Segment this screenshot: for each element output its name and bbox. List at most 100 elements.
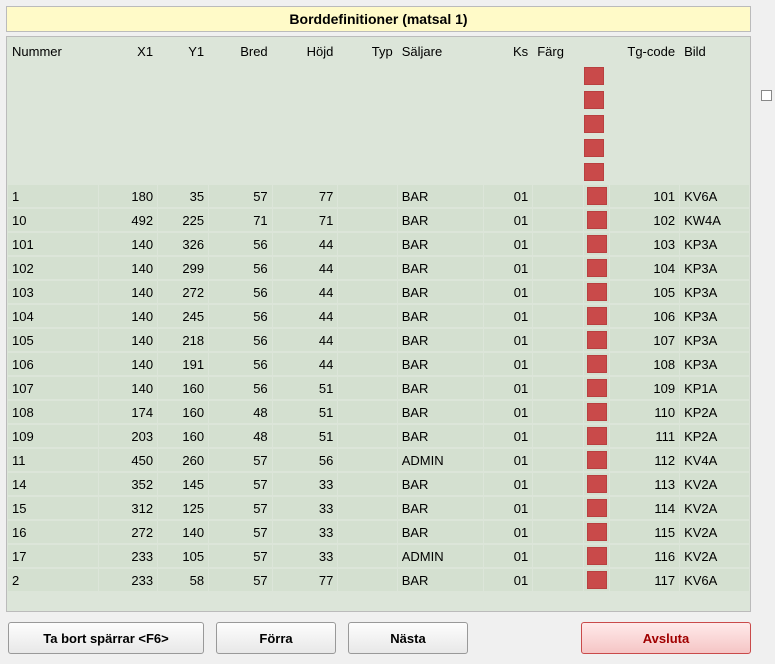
cell-typ[interactable]: [338, 377, 396, 399]
next-button[interactable]: Nästa: [348, 622, 468, 654]
cell-x1[interactable]: 140: [99, 233, 157, 255]
table-row[interactable]: 1041402455644BAR01106KP3A: [8, 305, 749, 327]
col-farg[interactable]: Färg: [533, 39, 583, 63]
cell-hojd[interactable]: 44: [273, 233, 338, 255]
cell-typ[interactable]: [338, 305, 396, 327]
cell-typ[interactable]: [338, 329, 396, 351]
cell-y1[interactable]: 35: [158, 185, 208, 207]
color-swatch[interactable]: [587, 379, 607, 397]
table-row[interactable]: 104922257171BAR01102KW4A: [8, 209, 749, 231]
cell-bred[interactable]: 56: [209, 257, 272, 279]
color-swatch[interactable]: [587, 283, 607, 301]
cell-hojd[interactable]: 44: [273, 281, 338, 303]
cell-nummer[interactable]: 17: [8, 545, 98, 567]
table-row[interactable]: 143521455733BAR01113KV2A: [8, 473, 749, 495]
cell-tg[interactable]: 102: [610, 209, 679, 231]
color-swatch[interactable]: [584, 115, 604, 133]
close-button[interactable]: Avsluta: [581, 622, 751, 654]
cell-typ[interactable]: [338, 233, 396, 255]
cell-saljare[interactable]: BAR: [398, 377, 484, 399]
cell-bild[interactable]: KP3A: [680, 329, 749, 351]
cell-bild[interactable]: KP2A: [680, 401, 749, 423]
cell-y1[interactable]: 160: [158, 425, 208, 447]
cell-y1[interactable]: 245: [158, 305, 208, 327]
cell-hojd[interactable]: 71: [273, 209, 338, 231]
cell-ks[interactable]: 01: [484, 233, 532, 255]
cell-y1[interactable]: 191: [158, 353, 208, 375]
cell-saljare[interactable]: BAR: [398, 209, 484, 231]
cell-bild[interactable]: KP3A: [680, 281, 749, 303]
cell-bild[interactable]: KP1A: [680, 377, 749, 399]
cell-bild[interactable]: KP2A: [680, 425, 749, 447]
cell-x1[interactable]: 492: [99, 209, 157, 231]
col-saljare[interactable]: Säljare: [398, 39, 484, 63]
cell-nummer[interactable]: 101: [8, 233, 98, 255]
cell-bild[interactable]: KV6A: [680, 185, 749, 207]
color-swatch[interactable]: [587, 427, 607, 445]
cell-saljare[interactable]: BAR: [398, 185, 484, 207]
cell-tg[interactable]: 112: [610, 449, 679, 471]
color-swatch[interactable]: [587, 571, 607, 589]
cell-farg[interactable]: [533, 185, 583, 207]
cell-tg[interactable]: 117: [610, 569, 679, 591]
cell-bild[interactable]: KW4A: [680, 209, 749, 231]
cell-nummer[interactable]: 1: [8, 185, 98, 207]
cell-typ[interactable]: [338, 521, 396, 543]
cell-x1[interactable]: 233: [99, 545, 157, 567]
cell-bild[interactable]: KV2A: [680, 497, 749, 519]
col-nummer[interactable]: Nummer: [8, 39, 98, 63]
scroll-marker[interactable]: [761, 90, 772, 101]
color-swatch[interactable]: [587, 547, 607, 565]
cell-swatch[interactable]: [584, 281, 609, 303]
cell-bred[interactable]: 56: [209, 329, 272, 351]
cell-farg[interactable]: [533, 353, 583, 375]
cell-tg[interactable]: 108: [610, 353, 679, 375]
previous-button[interactable]: Förra: [216, 622, 336, 654]
cell-hojd[interactable]: 44: [273, 329, 338, 351]
cell-hojd[interactable]: 33: [273, 521, 338, 543]
color-swatch[interactable]: [587, 307, 607, 325]
table-row[interactable]: 153121255733BAR01114KV2A: [8, 497, 749, 519]
color-swatch[interactable]: [587, 235, 607, 253]
cell-bild[interactable]: KV4A: [680, 449, 749, 471]
cell-tg[interactable]: 115: [610, 521, 679, 543]
cell-swatch[interactable]: [584, 257, 609, 279]
cell-x1[interactable]: 140: [99, 329, 157, 351]
cell-y1[interactable]: 125: [158, 497, 208, 519]
cell-swatch[interactable]: [584, 401, 609, 423]
cell-saljare[interactable]: BAR: [398, 281, 484, 303]
color-swatch[interactable]: [587, 451, 607, 469]
cell-swatch[interactable]: [584, 449, 609, 471]
table-row[interactable]: 1061401915644BAR01108KP3A: [8, 353, 749, 375]
cell-ks[interactable]: 01: [484, 401, 532, 423]
cell-saljare[interactable]: BAR: [398, 257, 484, 279]
cell-hojd[interactable]: 33: [273, 497, 338, 519]
cell-y1[interactable]: 326: [158, 233, 208, 255]
color-swatch[interactable]: [584, 91, 604, 109]
cell-bred[interactable]: 56: [209, 353, 272, 375]
cell-bild[interactable]: KV2A: [680, 521, 749, 543]
cell-bred[interactable]: 48: [209, 401, 272, 423]
cell-farg[interactable]: [533, 473, 583, 495]
cell-x1[interactable]: 450: [99, 449, 157, 471]
cell-bred[interactable]: 57: [209, 569, 272, 591]
cell-saljare[interactable]: BAR: [398, 305, 484, 327]
cell-farg[interactable]: [533, 401, 583, 423]
cell-bred[interactable]: 57: [209, 521, 272, 543]
cell-farg[interactable]: [533, 569, 583, 591]
cell-x1[interactable]: 312: [99, 497, 157, 519]
cell-ks[interactable]: 01: [484, 377, 532, 399]
cell-farg[interactable]: [533, 257, 583, 279]
col-typ[interactable]: Typ: [338, 39, 396, 63]
cell-tg[interactable]: 101: [610, 185, 679, 207]
cell-ks[interactable]: 01: [484, 545, 532, 567]
table-row[interactable]: 1180355777BAR01101KV6A: [8, 185, 749, 207]
table-row[interactable]: 172331055733ADMIN01116KV2A: [8, 545, 749, 567]
cell-hojd[interactable]: 44: [273, 305, 338, 327]
cell-bred[interactable]: 57: [209, 497, 272, 519]
col-tgcode[interactable]: Tg-code: [610, 39, 679, 63]
cell-nummer[interactable]: 103: [8, 281, 98, 303]
cell-bild[interactable]: KP3A: [680, 233, 749, 255]
cell-x1[interactable]: 203: [99, 425, 157, 447]
cell-saljare[interactable]: BAR: [398, 521, 484, 543]
